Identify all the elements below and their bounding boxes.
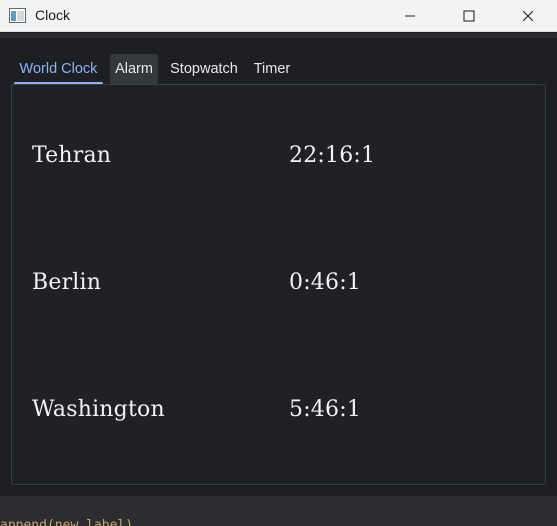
tab-bar: World Clock Alarm Stopwatch Timer [0,38,557,84]
city-label: Tehran [32,143,112,168]
window-title: Clock [35,7,71,23]
close-icon [522,10,534,22]
minimize-button[interactable] [381,0,439,32]
tab-timer-label: Timer [253,61,291,77]
clock-window: Clock World Clock Alarm Stopwatch Timer … [0,0,557,526]
city-label: Washington [32,397,165,422]
background-code-text: append(new_label) [0,518,134,526]
title-bar[interactable]: Clock [0,0,557,32]
tab-world-clock[interactable]: World Clock [14,54,103,84]
tab-world-clock-label: World Clock [19,61,98,77]
tab-timer[interactable]: Timer [249,54,295,84]
time-label: 0:46:1 [289,270,362,295]
city-label: Berlin [32,270,102,295]
time-label: 5:46:1 [289,397,362,422]
tab-stopwatch-label: Stopwatch [170,61,238,77]
close-button[interactable] [499,0,557,32]
app-window-icon [9,8,26,23]
maximize-icon [463,10,475,22]
world-clock-panel: Tehran 22:16:1 Berlin 0:46:1 Washington … [11,84,546,485]
tab-alarm[interactable]: Alarm [110,54,158,84]
minimize-icon [405,15,415,17]
tab-alarm-label: Alarm [115,61,153,77]
time-label: 22:16:1 [289,143,376,168]
tab-stopwatch[interactable]: Stopwatch [164,54,244,84]
maximize-button[interactable] [440,0,498,32]
